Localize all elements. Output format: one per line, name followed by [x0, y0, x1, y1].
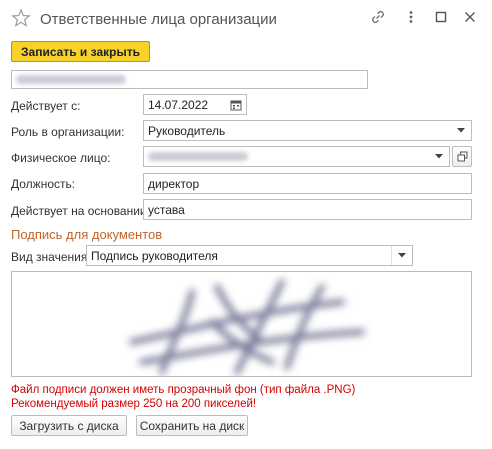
role-dropdown-button[interactable]	[451, 121, 471, 140]
basis-value: устава	[148, 202, 185, 217]
basis-input[interactable]: устава	[143, 199, 472, 220]
maximize-icon[interactable]	[432, 8, 450, 26]
person-redacted	[148, 152, 248, 161]
chevron-down-icon	[435, 153, 443, 158]
person-input[interactable]	[143, 146, 450, 167]
open-form-icon	[457, 151, 467, 162]
signature-section-title: Подпись для документов	[11, 227, 163, 242]
calendar-button[interactable]	[226, 95, 246, 114]
chevron-down-icon	[457, 127, 465, 132]
organization-field[interactable]	[11, 70, 368, 89]
warning-size: Рекомендуемый размер 250 на 200 пикселей…	[11, 398, 257, 410]
calendar-icon	[230, 100, 242, 110]
star-icon[interactable]	[11, 8, 31, 28]
chevron-down-icon	[398, 252, 406, 257]
role-label: Роль в организации:	[11, 125, 125, 139]
signature-drawing	[12, 272, 471, 376]
load-from-disk-button[interactable]: Загрузить с диска	[11, 415, 127, 436]
position-label: Должность:	[11, 177, 76, 191]
value-kind-label: Вид значения:	[11, 250, 91, 264]
value-kind-select[interactable]: Подпись руководителя	[86, 245, 413, 266]
role-value: Руководитель	[148, 123, 226, 138]
organization-redacted	[16, 75, 126, 84]
close-icon[interactable]	[461, 8, 479, 26]
active-from-value: 14.07.2022	[148, 97, 209, 112]
active-from-input[interactable]: 14.07.2022	[143, 94, 247, 115]
open-person-button[interactable]	[452, 146, 472, 167]
save-and-close-button[interactable]: Записать и закрыть	[11, 41, 150, 62]
role-select[interactable]: Руководитель	[143, 120, 472, 141]
link-icon[interactable]	[369, 8, 387, 26]
value-kind-dropdown-button[interactable]	[391, 246, 412, 265]
active-from-label: Действует с:	[11, 99, 81, 113]
window-title: Ответственные лица организации	[40, 11, 277, 28]
save-to-disk-button[interactable]: Сохранить на диск	[136, 415, 248, 436]
person-label: Физическое лицо:	[11, 151, 111, 165]
position-value: директор	[148, 176, 200, 191]
position-input[interactable]: директор	[143, 173, 472, 194]
person-dropdown-button[interactable]	[429, 147, 449, 166]
basis-label: Действует на основании:	[11, 204, 150, 218]
warning-file-type: Файл подписи должен иметь прозрачный фон…	[11, 384, 356, 396]
signature-image[interactable]	[11, 271, 472, 377]
value-kind-value: Подпись руководителя	[91, 248, 218, 263]
more-vertical-icon[interactable]	[402, 8, 420, 26]
